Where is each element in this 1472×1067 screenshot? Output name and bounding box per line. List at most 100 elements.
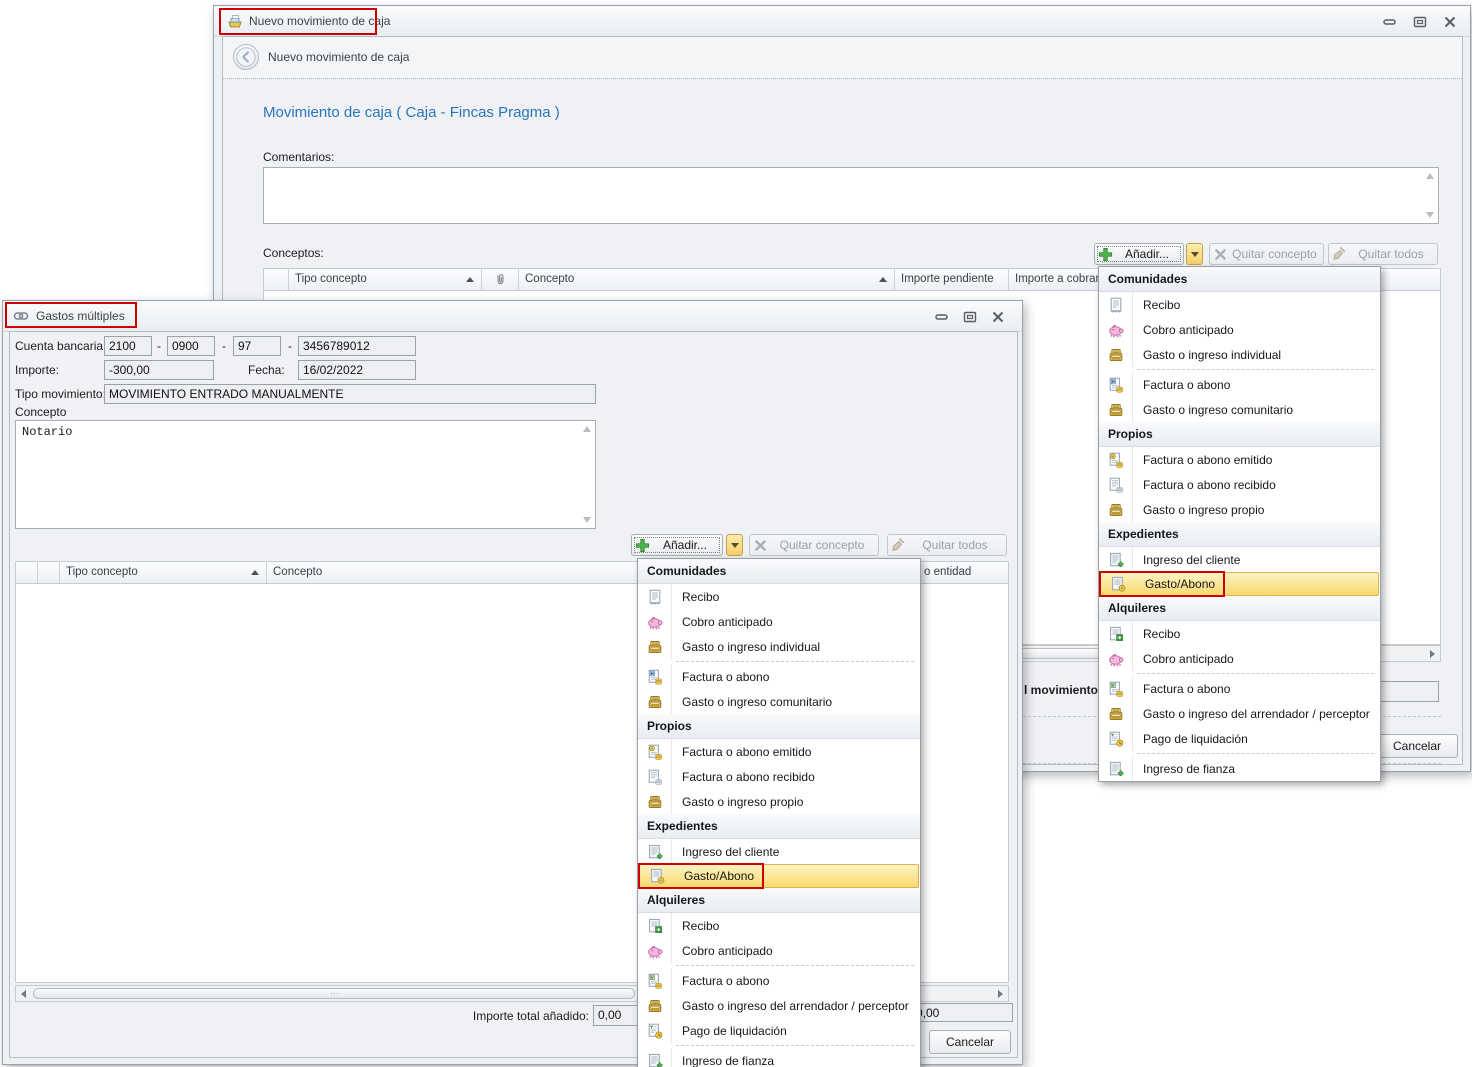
titlebar[interactable]: Nuevo movimiento de caja (214, 6, 1470, 37)
cancel-button[interactable]: Cancelar (1376, 734, 1458, 758)
invoice-v-icon (638, 973, 671, 989)
column-attachment[interactable] (482, 269, 519, 290)
menu-item-factura-o-abono-recibido[interactable]: Factura o abono recibido (1099, 472, 1380, 497)
menu-item-gasto-o-ingreso-comunitario[interactable]: Gasto o ingreso comunitario (638, 689, 920, 714)
menu-item-recibo[interactable]: Recibo (1099, 621, 1380, 646)
chevron-down-icon (731, 543, 739, 548)
page-title: Movimiento de caja ( Caja - Fincas Pragm… (263, 104, 560, 121)
scroll-down-arrow[interactable] (583, 517, 591, 523)
importe-field[interactable]: -300,00 (104, 360, 214, 380)
piggy-bank-icon (638, 614, 671, 630)
column-blank[interactable] (264, 269, 289, 290)
cancel-button[interactable]: Cancelar (929, 1030, 1011, 1054)
add-dropdown-button[interactable] (1186, 243, 1203, 265)
tipo-movimiento-field[interactable]: MOVIMIENTO ENTRADO MANUALMENTE (104, 384, 596, 404)
scroll-right-arrow[interactable] (1425, 646, 1440, 661)
menu-item-gasto-o-ingreso-propio[interactable]: Gasto o ingreso propio (1099, 497, 1380, 522)
doc-plus-icon (638, 1053, 671, 1067)
close-button[interactable] (987, 309, 1008, 324)
sort-asc-icon (879, 277, 887, 282)
scroll-up-arrow[interactable] (1426, 173, 1434, 179)
menu-item-ingreso-de-fianza[interactable]: Ingreso de fianza (638, 1048, 920, 1067)
menu-item-pago-de-liquidación[interactable]: Pago de liquidación (1099, 726, 1380, 751)
remove-concept-button[interactable]: Quitar concepto (1209, 243, 1324, 265)
cuenta-part-2-field[interactable]: 0900 (167, 336, 215, 356)
menu-item-gasto-o-ingreso-individual[interactable]: Gasto o ingreso individual (1099, 342, 1380, 367)
menu-item-label: Recibo (671, 590, 719, 604)
menu-item-gasto-o-ingreso-individual[interactable]: Gasto o ingreso individual (638, 634, 920, 659)
menu-item-ingreso-del-cliente[interactable]: Ingreso del cliente (638, 839, 920, 864)
menu-item-label: Pago de liquidación (671, 1024, 787, 1038)
receipt-icon (1099, 297, 1132, 313)
menu-item-label: Gasto o ingreso del arrendador / percept… (1132, 707, 1370, 721)
concepto-textarea[interactable]: Notario (15, 420, 596, 529)
remove-all-button[interactable]: Quitar todos (887, 534, 1007, 556)
menu-item-gasto-o-ingreso-comunitario[interactable]: Gasto o ingreso comunitario (1099, 397, 1380, 422)
menu-item-factura-o-abono[interactable]: Factura o abono (638, 968, 920, 993)
close-button[interactable] (1439, 14, 1460, 29)
receipt-icon (638, 589, 671, 605)
scroll-up-arrow[interactable] (583, 426, 591, 432)
scroll-right-arrow[interactable] (993, 986, 1008, 1001)
menu-item-gasto-o-ingreso-del-arrendador-perceptor[interactable]: Gasto o ingreso del arrendador / percept… (638, 993, 920, 1018)
menu-item-factura-o-abono[interactable]: Factura o abono (638, 664, 920, 689)
column-blank[interactable] (38, 562, 60, 583)
menu-item-cobro-anticipado[interactable]: Cobro anticipado (1099, 646, 1380, 671)
menu-item-gasto-abono[interactable]: Gasto/Abono (639, 864, 919, 888)
menu-item-cobro-anticipado[interactable]: Cobro anticipado (638, 609, 920, 634)
menu-item-ingreso-de-fianza[interactable]: Ingreso de fianza (1099, 756, 1380, 781)
comentarios-textarea[interactable] (263, 167, 1439, 224)
menu-item-label: Gasto o ingreso del arrendador / percept… (671, 999, 909, 1013)
scroll-down-arrow[interactable] (1426, 212, 1434, 218)
menu-item-gasto-abono[interactable]: Gasto/Abono (1100, 572, 1379, 596)
minimize-button[interactable] (931, 309, 952, 324)
column-importe-pendiente[interactable]: Importe pendiente (895, 269, 1009, 290)
add-button[interactable]: Añadir... (631, 534, 723, 556)
menu-item-recibo[interactable]: Recibo (1099, 292, 1380, 317)
menu-item-ingreso-del-cliente[interactable]: Ingreso del cliente (1099, 547, 1380, 572)
concepto-label: Concepto (15, 405, 66, 419)
scroll-left-arrow[interactable] (16, 986, 31, 1001)
menu-item-factura-o-abono-recibido[interactable]: Factura o abono recibido (638, 764, 920, 789)
scrollbar-thumb[interactable] (33, 988, 635, 999)
column-tipo-concepto[interactable]: Tipo concepto (60, 562, 267, 583)
piggy-bank-icon (1099, 322, 1132, 338)
fecha-field[interactable]: 16/02/2022 (298, 360, 416, 380)
add-button-label: Añadir... (1115, 247, 1183, 261)
restore-button[interactable] (959, 309, 980, 324)
menu-item-factura-o-abono-emitido[interactable]: Factura o abono emitido (1099, 447, 1380, 472)
menu-item-factura-o-abono-emitido[interactable]: Factura o abono emitido (638, 739, 920, 764)
window-title: Gastos múltiples (36, 301, 125, 331)
menu-item-label: Ingreso del cliente (671, 845, 779, 859)
add-dropdown-button[interactable] (726, 534, 743, 556)
menu-item-gasto-o-ingreso-propio[interactable]: Gasto o ingreso propio (638, 789, 920, 814)
cancel-button-label: Cancelar (946, 1035, 994, 1049)
menu-item-label: Cobro anticipado (671, 944, 773, 958)
menu-item-recibo[interactable]: Recibo (638, 913, 920, 938)
cuenta-part-1-field[interactable]: 2100 (104, 336, 152, 356)
column-tipo-concepto[interactable]: Tipo concepto (289, 269, 482, 290)
menu-item-factura-o-abono[interactable]: Factura o abono (1099, 372, 1380, 397)
liquidation-icon (638, 1023, 671, 1039)
menu-item-pago-de-liquidación[interactable]: Pago de liquidación (638, 1018, 920, 1043)
cash-box-icon (1099, 706, 1132, 722)
menu-item-label: Factura o abono (1132, 682, 1230, 696)
invoice-h-icon (1099, 377, 1132, 393)
remove-concept-button[interactable]: Quitar concepto (749, 534, 879, 556)
minimize-button[interactable] (1379, 14, 1400, 29)
menu-item-factura-o-abono[interactable]: Factura o abono (1099, 676, 1380, 701)
back-button[interactable] (233, 44, 259, 70)
menu-item-gasto-o-ingreso-del-arrendador-perceptor[interactable]: Gasto o ingreso del arrendador / percept… (1099, 701, 1380, 726)
cuenta-part-4-field[interactable]: 3456789012 (298, 336, 416, 356)
remove-all-button[interactable]: Quitar todos (1328, 243, 1438, 265)
menu-item-cobro-anticipado[interactable]: Cobro anticipado (1099, 317, 1380, 342)
menu-item-recibo[interactable]: Recibo (638, 584, 920, 609)
restore-button[interactable] (1409, 14, 1430, 29)
column-concepto[interactable]: Concepto (519, 269, 895, 290)
cuenta-part-3-field[interactable]: 97 (233, 336, 281, 356)
menu-item-cobro-anticipado[interactable]: Cobro anticipado (638, 938, 920, 963)
add-button[interactable]: Añadir... (1094, 243, 1184, 265)
importe-label: Importe: (15, 363, 59, 377)
column-blank[interactable] (16, 562, 38, 583)
titlebar[interactable]: Gastos múltiples (3, 301, 1022, 332)
